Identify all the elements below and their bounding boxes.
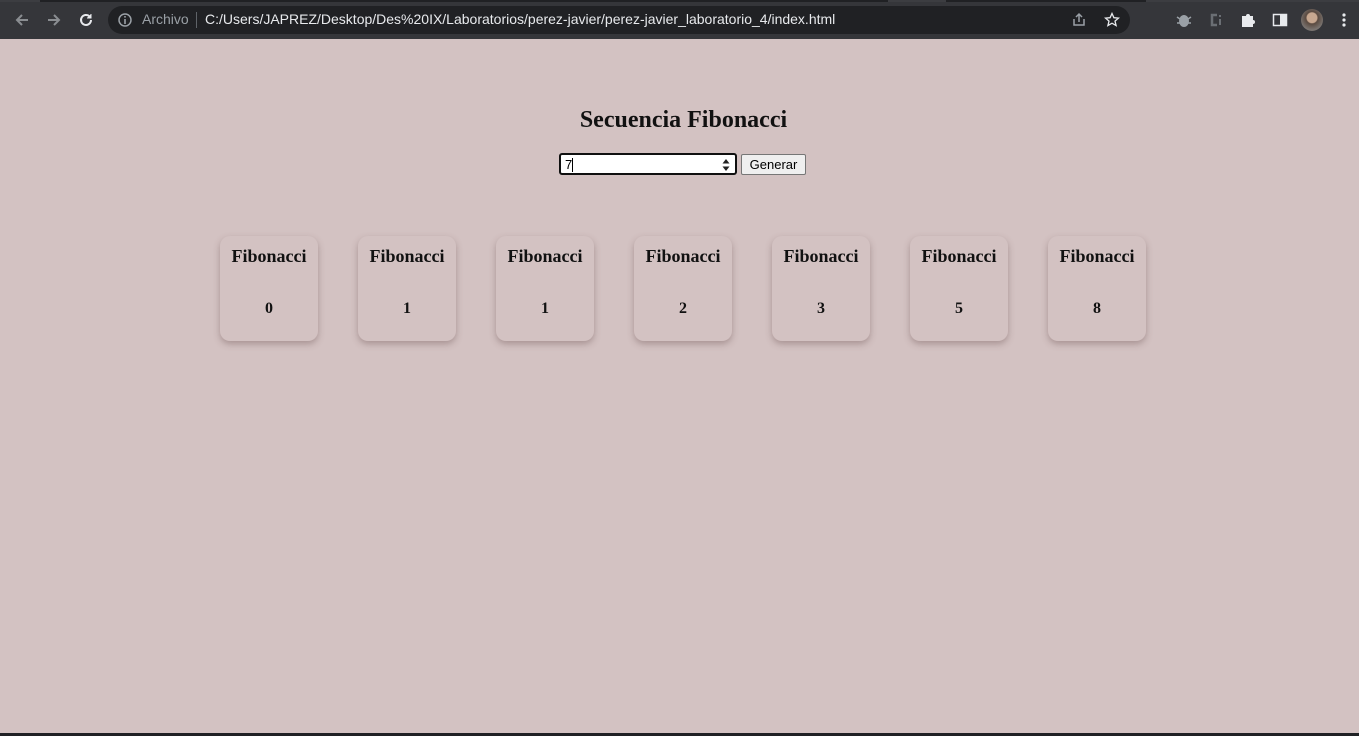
info-icon[interactable] [117, 12, 133, 28]
text-caret [572, 158, 573, 172]
fibonacci-card: Fibonacci 1 [496, 236, 594, 341]
side-panel-icon [1272, 13, 1288, 27]
reload-button[interactable] [74, 8, 98, 32]
card-value: 2 [679, 300, 687, 317]
bug-icon [1176, 15, 1192, 27]
bookmark-button[interactable] [1103, 11, 1121, 29]
extension-button[interactable] [1205, 9, 1227, 31]
puzzle-icon [1242, 14, 1255, 27]
card-value: 1 [403, 300, 411, 317]
number-input[interactable]: 7 [559, 153, 737, 175]
security-chip[interactable]: Archivo [142, 11, 189, 27]
spinner-arrows-icon[interactable] [721, 158, 731, 172]
fibonacci-card: Fibonacci 5 [910, 236, 1008, 341]
fibonacci-card: Fibonacci 0 [220, 236, 318, 341]
reload-icon [80, 13, 92, 26]
card-title: Fibonacci [1059, 246, 1135, 266]
card-value: 5 [955, 300, 963, 317]
star-icon [1104, 12, 1120, 27]
arrow-left-icon [15, 14, 28, 26]
extension-button[interactable] [1173, 9, 1195, 31]
card-title: Fibonacci [507, 246, 583, 266]
address-bar[interactable]: Archivo C:/Users/JAPREZ/Desktop/Des%20IX… [108, 6, 1130, 34]
card-title: Fibonacci [921, 246, 997, 266]
card-title: Fibonacci [369, 246, 445, 266]
tab-strip [0, 0, 1359, 2]
card-value: 8 [1093, 300, 1101, 317]
fibonacci-card: Fibonacci 8 [1048, 236, 1146, 341]
card-value: 1 [541, 300, 549, 317]
separator [196, 12, 197, 28]
tab-edge [1146, 0, 1359, 2]
generate-button[interactable]: Generar [741, 154, 806, 175]
side-panel-button[interactable] [1269, 9, 1291, 31]
card-title: Fibonacci [231, 246, 307, 266]
kebab-menu-icon [1342, 13, 1346, 27]
url-text[interactable]: C:/Users/JAPREZ/Desktop/Des%20IX/Laborat… [205, 11, 835, 27]
browser-menu-button[interactable] [1333, 9, 1355, 31]
fibonacci-card: Fibonacci 1 [358, 236, 456, 341]
profile-avatar[interactable] [1301, 9, 1323, 31]
forward-button[interactable] [42, 8, 66, 32]
browser-toolbar: Archivo C:/Users/JAPREZ/Desktop/Des%20IX… [0, 0, 1359, 39]
ci-extension-icon [1210, 13, 1221, 27]
extensions-menu-button[interactable] [1237, 9, 1259, 31]
card-value: 3 [817, 300, 825, 317]
share-icon [1073, 12, 1085, 26]
tab-edge [888, 0, 946, 2]
page-title: Secuencia Fibonacci [579, 107, 788, 133]
fibonacci-card: Fibonacci 3 [772, 236, 870, 341]
share-button[interactable] [1070, 11, 1088, 29]
fibonacci-card: Fibonacci 2 [634, 236, 732, 341]
card-title: Fibonacci [645, 246, 721, 266]
back-button[interactable] [10, 8, 34, 32]
card-value: 0 [265, 300, 273, 317]
tab-edge [0, 0, 40, 2]
card-title: Fibonacci [783, 246, 859, 266]
arrow-right-icon [48, 14, 61, 26]
